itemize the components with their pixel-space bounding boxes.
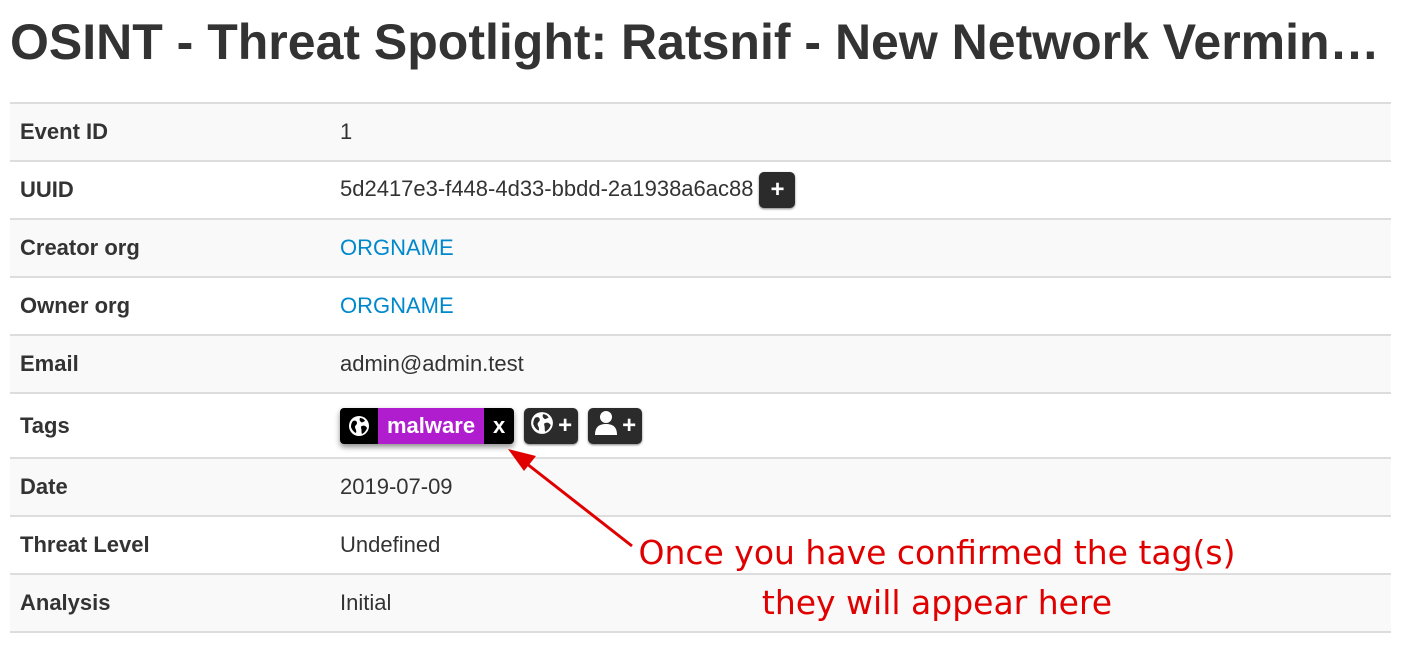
annotation-callout: Once you have confirmed the tag(s) they … (622, 528, 1252, 628)
user-icon (594, 410, 618, 442)
event-id-value: 1 (330, 102, 1391, 161)
table-row: Event ID 1 (10, 102, 1391, 161)
event-id-label: Event ID (10, 102, 330, 161)
plus-label: + (622, 411, 637, 439)
threat-level-label: Threat Level (10, 515, 330, 574)
add-global-tag-button[interactable]: + (524, 407, 579, 444)
page-title: OSINT - Threat Spotlight: Ratsnif - New … (10, 14, 1380, 70)
table-row: Creator org ORGNAME (10, 218, 1391, 277)
annotation-line-2: they will appear here (761, 583, 1113, 622)
uuid-label: UUID (10, 160, 330, 219)
email-value: admin@admin.test (330, 334, 1391, 393)
date-label: Date (10, 457, 330, 516)
tags-label: Tags (10, 392, 330, 458)
annotation-line-1: Once you have confirmed the tag(s) (638, 533, 1236, 572)
globe-icon (340, 408, 378, 444)
add-local-tag-button[interactable]: + (588, 407, 643, 444)
uuid-add-button[interactable]: + (759, 172, 796, 208)
uuid-value: 5d2417e3-f448-4d33-bbdd-2a1938a6ac88 (340, 175, 754, 201)
table-row: Email admin@admin.test (10, 334, 1391, 393)
table-row: UUID 5d2417e3-f448-4d33-bbdd-2a1938a6ac8… (10, 160, 1391, 219)
tags-cell: malware x + + (330, 392, 1391, 458)
tag-malware[interactable]: malware x (340, 407, 515, 444)
uuid-cell: 5d2417e3-f448-4d33-bbdd-2a1938a6ac88 + (330, 160, 1391, 219)
analysis-label: Analysis (10, 573, 330, 633)
date-value: 2019-07-09 (330, 457, 1391, 516)
tag-name: malware (378, 407, 485, 444)
owner-org-link[interactable]: ORGNAME (340, 293, 454, 318)
owner-org-label: Owner org (10, 276, 330, 335)
plus-label: + (558, 411, 573, 439)
tag-remove-button[interactable]: x (484, 408, 514, 444)
tags-list: malware x + + (340, 407, 1381, 444)
table-row: Date 2019-07-09 (10, 457, 1391, 516)
email-label: Email (10, 334, 330, 393)
creator-org-link[interactable]: ORGNAME (340, 235, 454, 260)
table-row: Owner org ORGNAME (10, 276, 1391, 335)
creator-org-label: Creator org (10, 218, 330, 277)
globe-icon (530, 411, 554, 441)
table-row: Tags malware x + + (10, 392, 1391, 458)
